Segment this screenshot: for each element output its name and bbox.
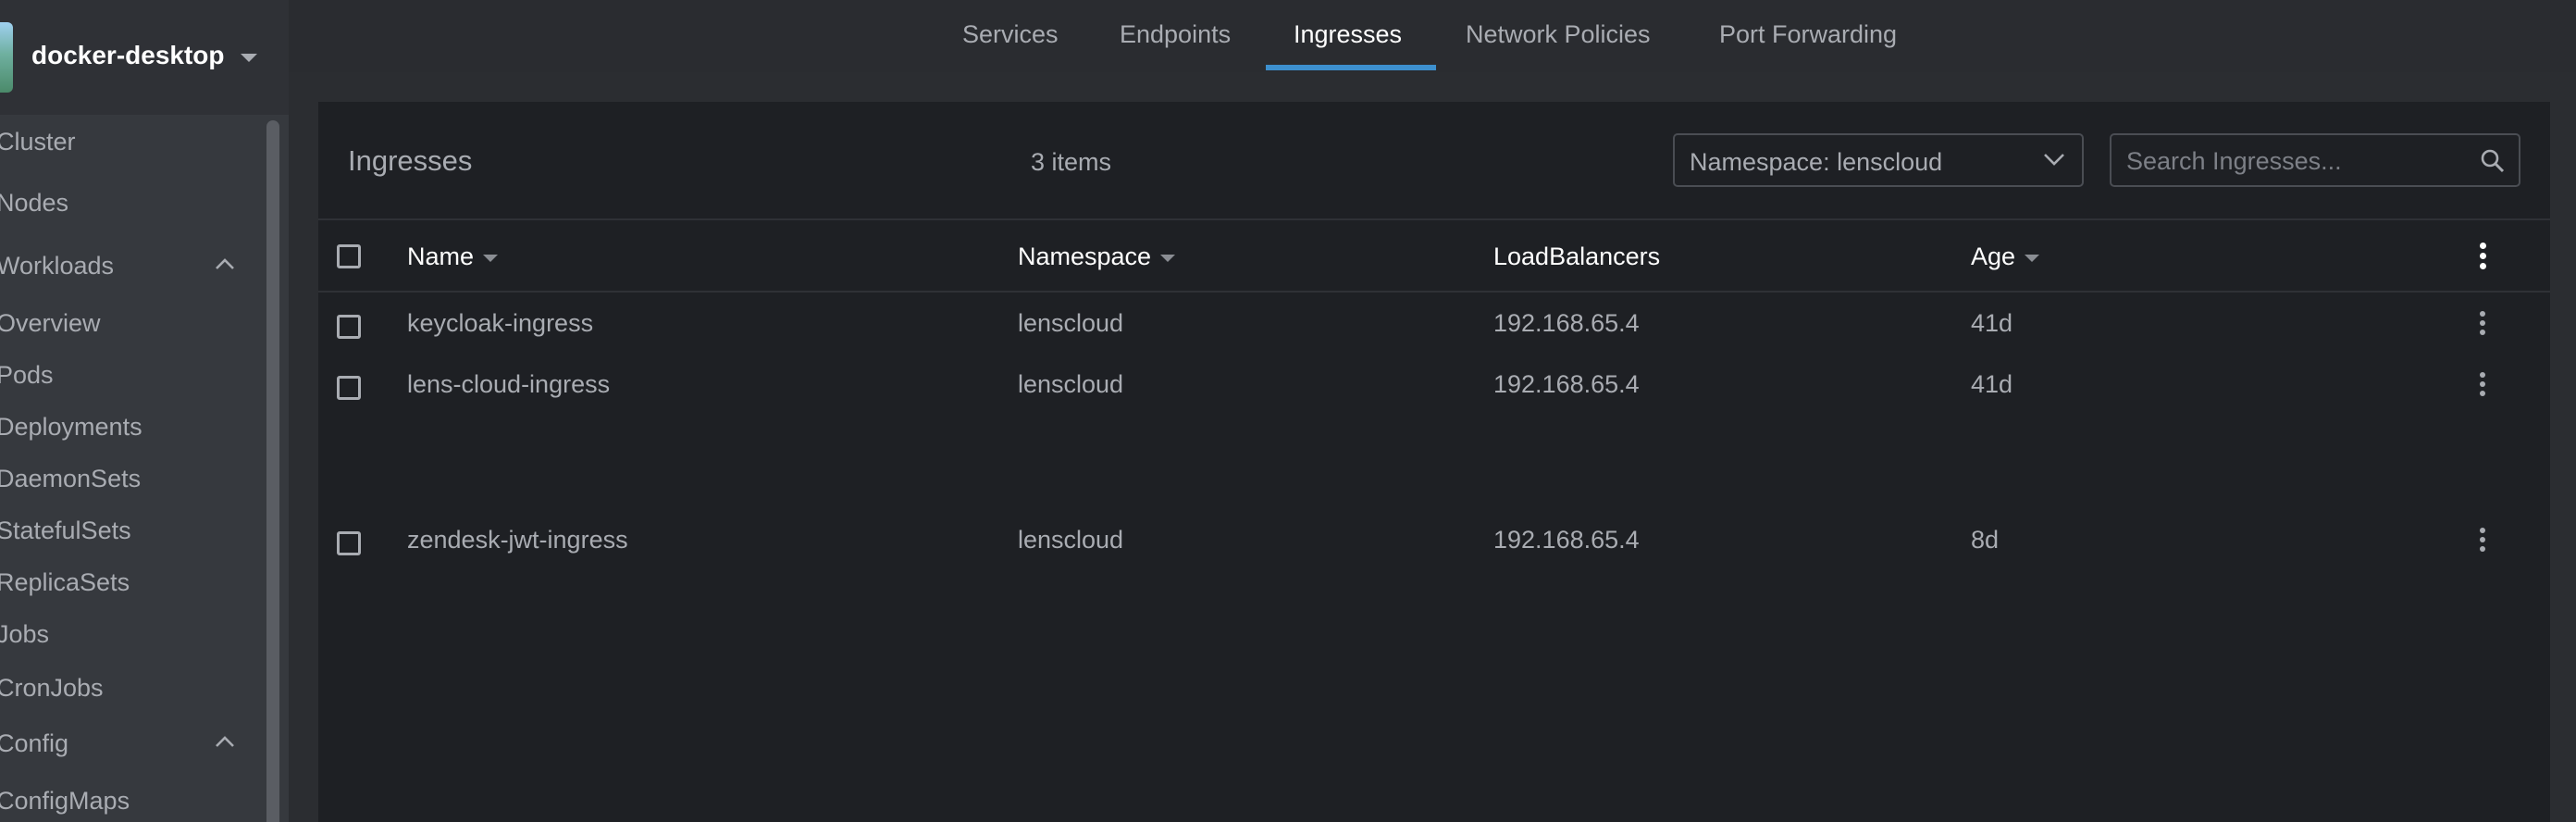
ingresses-panel: Ingresses 3 items Namespace: lenscloud N… [318,102,2550,822]
page-title: Ingresses [348,144,473,177]
cell-loadbalancers: 192.168.65.4 [1493,370,1640,398]
search-icon[interactable] [2480,148,2506,178]
sidebar-item-overview[interactable]: Overview [0,309,101,338]
sort-icon [2025,254,2040,262]
sidebar-item-cronjobs[interactable]: CronJobs [0,674,104,703]
tab-network-policies[interactable]: Network Policies [1466,20,1651,49]
tab-port-forwarding[interactable]: Port Forwarding [1719,20,1897,49]
column-menu-icon[interactable] [2478,243,2487,270]
sidebar-item-statefulsets[interactable]: StatefulSets [0,517,131,545]
sidebar: docker-desktop Cluster Nodes Workloads O… [0,0,289,822]
select-all-checkbox[interactable] [337,244,361,268]
sidebar-item-nodes[interactable]: Nodes [0,189,68,218]
sidebar-item-config[interactable]: Config [0,729,68,758]
search-input[interactable] [2124,144,2467,178]
sidebar-item-replicasets[interactable]: ReplicaSets [0,568,130,597]
chevron-down-icon [2043,152,2065,170]
sidebar-item-workloads[interactable]: Workloads [0,252,114,280]
cell-name: lens-cloud-ingress [407,370,611,398]
table-row[interactable]: keycloak-ingress lenscloud 192.168.65.4 … [318,293,2550,354]
column-header-label: Name [407,243,475,270]
cell-loadbalancers: 192.168.65.4 [1493,526,1640,554]
table-row[interactable]: lens-cloud-ingress lenscloud 192.168.65.… [318,354,2550,415]
tab-services[interactable]: Services [962,20,1059,49]
cell-name: keycloak-ingress [407,309,594,337]
column-header-label: Namespace [1018,243,1152,270]
panel-header: Ingresses 3 items Namespace: lenscloud [318,102,2550,220]
cluster-avatar [0,22,13,93]
column-header-namespace[interactable]: Namespace [1018,243,1176,271]
column-header-label: Age [1971,243,2016,270]
column-header-age[interactable]: Age [1971,243,2040,271]
cell-age: 8d [1971,526,2000,554]
sidebar-item-cluster[interactable]: Cluster [0,128,76,156]
row-checkbox[interactable] [337,531,361,555]
sidebar-item-deployments[interactable]: Deployments [0,413,142,442]
sort-icon [1160,254,1176,262]
sidebar-scrollbar[interactable] [266,120,279,822]
cell-namespace: lenscloud [1018,370,1124,398]
column-header-loadbalancers[interactable]: LoadBalancers [1493,243,1660,271]
namespace-select[interactable]: Namespace: lenscloud [1673,133,2084,187]
sidebar-item-jobs[interactable]: Jobs [0,620,49,649]
table-row[interactable]: zendesk-jwt-ingress lenscloud 192.168.65… [318,509,2550,570]
cell-age: 41d [1971,309,2013,337]
sort-icon [483,254,499,262]
tab-endpoints[interactable]: Endpoints [1120,20,1231,49]
tab-bar: Services Endpoints Ingresses Network Pol… [289,0,2576,72]
namespace-select-value: Namespace: lenscloud [1690,148,1943,176]
cell-namespace: lenscloud [1018,309,1124,337]
sidebar-item-daemonsets[interactable]: DaemonSets [0,465,141,493]
sidebar-item-pods[interactable]: Pods [0,361,54,390]
chevron-up-icon[interactable] [215,735,234,750]
cell-name: zendesk-jwt-ingress [407,526,628,554]
tab-ingresses[interactable]: Ingresses [1294,20,1402,49]
caret-down-icon[interactable] [241,54,257,62]
sidebar-item-configmaps[interactable]: ConfigMaps [0,787,130,816]
search-box[interactable] [2110,133,2520,187]
items-count: 3 items [1031,148,1112,176]
cell-loadbalancers: 192.168.65.4 [1493,309,1640,337]
cluster-name: docker-desktop [31,41,225,69]
chevron-up-icon[interactable] [215,257,234,272]
row-menu-icon[interactable] [2478,528,2487,555]
row-checkbox[interactable] [337,315,361,339]
active-tab-indicator [1266,65,1436,70]
cell-namespace: lenscloud [1018,526,1124,554]
row-checkbox[interactable] [337,376,361,400]
row-menu-icon[interactable] [2478,311,2487,339]
cell-age: 41d [1971,370,2013,398]
row-menu-icon[interactable] [2478,372,2487,400]
table-header: Name Namespace LoadBalancers Age [318,222,2550,293]
cluster-selector[interactable]: docker-desktop [0,0,289,115]
column-header-name[interactable]: Name [407,243,499,271]
